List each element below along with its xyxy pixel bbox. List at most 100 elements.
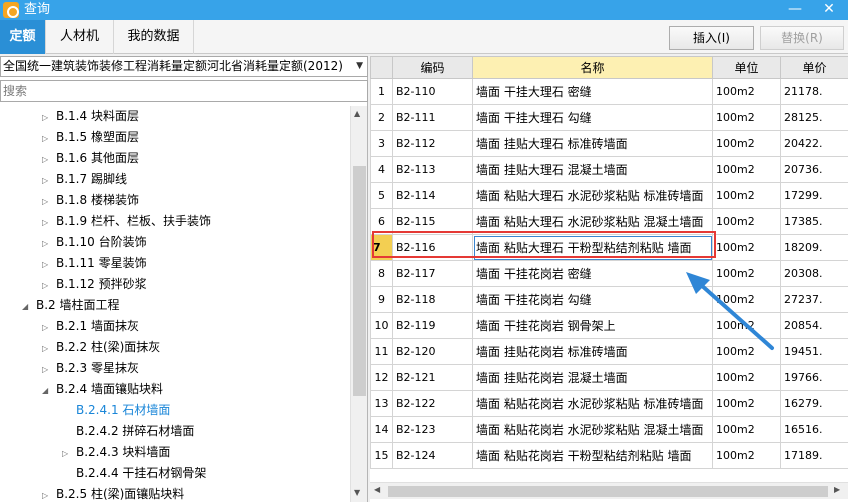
tree-item[interactable]: B.2.4.4 干挂石材钢骨架 [62, 463, 206, 484]
table-row[interactable]: 14 B2-123 墙面 粘贴花岗岩 水泥砂浆粘贴 混凝土墙面 100m2 16516. [370, 416, 848, 443]
row-code: B2-123 [392, 416, 473, 443]
tree-item-label: B.1.4 块料面层 [56, 109, 139, 123]
row-name: 墙面 干挂花岗岩 勾缝 [472, 286, 713, 313]
tree-item[interactable]: B.2.4.1 石材墙面 [62, 400, 170, 421]
collapse-icon[interactable]: ◢ [22, 296, 36, 317]
tree-item[interactable]: ▷ B.1.10 台阶装饰 [42, 232, 147, 253]
row-code: B2-121 [392, 364, 473, 391]
row-number: 11 [370, 338, 393, 365]
row-unit: 100m2 [712, 364, 781, 391]
tree-item[interactable]: B.2.4.2 拼碎石材墙面 [62, 421, 194, 442]
table-row[interactable]: 9 B2-118 墙面 干挂花岗岩 勾缝 100m2 27237. [370, 286, 848, 313]
tree-item[interactable]: ◢ B.2.4 墙面镶贴块料 [42, 379, 163, 400]
row-code: B2-124 [392, 442, 473, 469]
row-name: 墙面 粘贴大理石 水泥砂浆粘贴 混凝土墙面 [472, 208, 713, 235]
expand-icon[interactable]: ▷ [42, 107, 56, 128]
table-row[interactable]: 15 B2-124 墙面 粘贴花岗岩 干粉型粘结剂粘贴 墙面 100m2 17189. [370, 442, 848, 469]
row-code: B2-111 [392, 104, 473, 131]
tree-item[interactable]: ▷ B.1.7 踢脚线 [42, 169, 127, 190]
table-row[interactable]: 7 B2-116 墙面 粘贴大理石 干粉型粘结剂粘贴 墙面 100m2 18209. [370, 234, 848, 261]
row-unit: 100m2 [712, 156, 781, 183]
tree-item[interactable]: ▷ B.2.5 柱(梁)面镶贴块料 [42, 484, 184, 502]
row-price: 17385. [780, 208, 848, 235]
tree-item[interactable]: ▷ B.1.6 其他面层 [42, 148, 139, 169]
expand-icon[interactable]: ▷ [42, 359, 56, 380]
expand-icon[interactable]: ▷ [42, 149, 56, 170]
table-row[interactable]: 2 B2-111 墙面 干挂大理石 勾缝 100m2 28125. [370, 104, 848, 131]
scroll-up-icon[interactable]: ▲ [354, 109, 360, 118]
row-unit: 100m2 [712, 182, 781, 209]
quota-library-select[interactable]: 全国统一建筑装饰装修工程消耗量定额河北省消耗量定额(2012) ▼ [0, 56, 368, 77]
tree-item[interactable]: ▷ B.1.5 橡塑面层 [42, 127, 139, 148]
table-row[interactable]: 8 B2-117 墙面 干挂花岗岩 密缝 100m2 20308. [370, 260, 848, 287]
row-name: 墙面 挂贴大理石 标准砖墙面 [472, 130, 713, 157]
tree-item[interactable]: ▷ B.1.4 块料面层 [42, 106, 139, 127]
table-row[interactable]: 3 B2-112 墙面 挂贴大理石 标准砖墙面 100m2 20422. [370, 130, 848, 157]
grid-horizontal-scrollbar[interactable]: ◀ ▶ [370, 482, 848, 499]
close-icon[interactable]: ✕ [816, 0, 842, 20]
row-name: 墙面 干挂花岗岩 密缝 [472, 260, 713, 287]
row-unit: 100m2 [712, 130, 781, 157]
search-input[interactable] [0, 80, 368, 102]
row-name: 墙面 干挂大理石 勾缝 [472, 104, 713, 131]
scroll-left-icon[interactable]: ◀ [374, 485, 380, 494]
tab-labor-material-machine[interactable]: 人材机 [46, 20, 114, 54]
row-number: 10 [370, 312, 393, 339]
tab-my-data[interactable]: 我的数据 [114, 20, 194, 54]
expand-icon[interactable]: ▷ [42, 128, 56, 149]
row-name: 墙面 粘贴大理石 干粉型粘结剂粘贴 墙面 [472, 234, 713, 261]
expand-icon[interactable]: ▷ [42, 212, 56, 233]
tab-quota[interactable]: 定额 [0, 20, 46, 54]
table-row[interactable]: 1 B2-110 墙面 干挂大理石 密缝 100m2 21178. [370, 78, 848, 105]
tree-scrollbar[interactable]: ▲ ▼ [350, 106, 367, 502]
column-header-code[interactable]: 编码 [392, 56, 473, 79]
expand-icon[interactable]: ▷ [42, 254, 56, 275]
tree-item-label: B.2 墙柱面工程 [36, 298, 120, 312]
tree-item[interactable]: ▷ B.2.4.3 块料墙面 [62, 442, 170, 463]
tree-item-label: B.2.4.4 干挂石材钢骨架 [76, 466, 207, 480]
row-name: 墙面 干挂花岗岩 钢骨架上 [472, 312, 713, 339]
row-number: 14 [370, 416, 393, 443]
table-row[interactable]: 11 B2-120 墙面 挂贴花岗岩 标准砖墙面 100m2 19451. [370, 338, 848, 365]
expand-icon[interactable]: ▷ [42, 275, 56, 296]
expand-icon[interactable]: ▷ [42, 338, 56, 359]
column-header-unit[interactable]: 单位 [712, 56, 781, 79]
tree-item-label: B.2.2 柱(梁)面抹灰 [56, 340, 161, 354]
tree-item[interactable]: ▷ B.1.12 预拌砂浆 [42, 274, 147, 295]
expand-icon[interactable]: ▷ [42, 233, 56, 254]
table-row[interactable]: 13 B2-122 墙面 粘贴花岗岩 水泥砂浆粘贴 标准砖墙面 100m2 16279. [370, 390, 848, 417]
tree-item[interactable]: ▷ B.2.1 墙面抹灰 [42, 316, 139, 337]
tree-item[interactable]: ◢ B.2 墙柱面工程 [22, 295, 120, 316]
tree-item-label: B.2.4 墙面镶贴块料 [56, 382, 163, 396]
collapse-icon[interactable]: ◢ [42, 380, 56, 401]
expand-icon[interactable]: ▷ [62, 443, 76, 464]
grid-scrollbar-thumb[interactable] [388, 486, 828, 497]
column-header-name[interactable]: 名称 [472, 56, 713, 79]
scroll-down-icon[interactable]: ▼ [354, 488, 360, 497]
tree-item[interactable]: ▷ B.2.2 柱(梁)面抹灰 [42, 337, 160, 358]
table-row[interactable]: 6 B2-115 墙面 粘贴大理石 水泥砂浆粘贴 混凝土墙面 100m2 17385. [370, 208, 848, 235]
row-code: B2-115 [392, 208, 473, 235]
tree-scrollbar-thumb[interactable] [353, 166, 366, 396]
minimize-icon[interactable]: — [782, 0, 808, 20]
tree-item[interactable]: ▷ B.2.3 零星抹灰 [42, 358, 139, 379]
column-header-price[interactable]: 单价 [780, 56, 848, 79]
row-code: B2-112 [392, 130, 473, 157]
tree-item-label: B.2.4.2 拼碎石材墙面 [76, 424, 195, 438]
tree-item[interactable]: ▷ B.1.11 零星装饰 [42, 253, 147, 274]
table-row[interactable]: 4 B2-113 墙面 挂贴大理石 混凝土墙面 100m2 20736. [370, 156, 848, 183]
table-row[interactable]: 10 B2-119 墙面 干挂花岗岩 钢骨架上 100m2 20854. [370, 312, 848, 339]
replace-button[interactable]: 替换(R) [760, 26, 844, 50]
scroll-right-icon[interactable]: ▶ [834, 485, 840, 494]
table-row[interactable]: 5 B2-114 墙面 粘贴大理石 水泥砂浆粘贴 标准砖墙面 100m2 17299. [370, 182, 848, 209]
expand-icon[interactable]: ▷ [42, 191, 56, 212]
tree-item[interactable]: ▷ B.1.8 楼梯装饰 [42, 190, 139, 211]
row-number: 4 [370, 156, 393, 183]
table-row[interactable]: 12 B2-121 墙面 挂贴花岗岩 混凝土墙面 100m2 19766. [370, 364, 848, 391]
insert-button[interactable]: 插入(I) [669, 26, 754, 50]
expand-icon[interactable]: ▷ [42, 170, 56, 191]
tree-item[interactable]: ▷ B.1.9 栏杆、栏板、扶手装饰 [42, 211, 211, 232]
expand-icon[interactable]: ▷ [42, 485, 56, 502]
expand-icon[interactable]: ▷ [42, 317, 56, 338]
chevron-down-icon[interactable]: ▼ [356, 57, 363, 76]
